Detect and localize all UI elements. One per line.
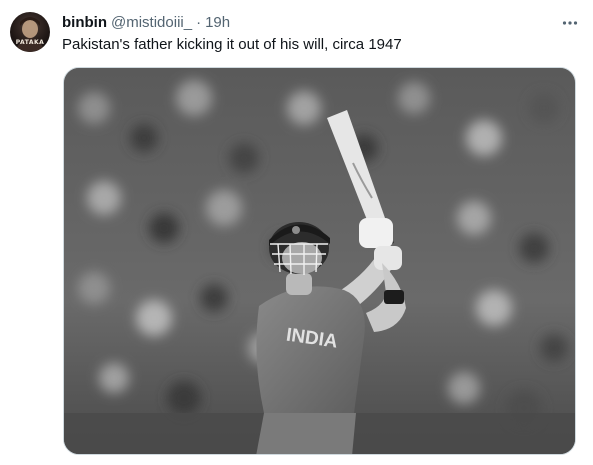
timestamp[interactable]: 19h <box>205 14 230 31</box>
avatar-text: PATAKA <box>15 39 45 46</box>
separator-dot: · <box>196 13 202 31</box>
avatar[interactable]: PATAKA <box>10 12 50 52</box>
more-button[interactable] <box>559 12 581 34</box>
user-handle[interactable]: @mistidoiii_ <box>111 14 192 31</box>
tweet-photo[interactable]: INDIA <box>63 67 576 455</box>
cricket-photo: INDIA <box>64 68 575 454</box>
avatar-portrait <box>16 17 44 52</box>
tweet-header: binbin @mistidoiii_ · 19h <box>62 12 230 32</box>
more-horizontal-icon <box>562 21 578 25</box>
tweet: PATAKA binbin @mistidoiii_ · 19h Pakista… <box>0 0 593 465</box>
display-name[interactable]: binbin <box>62 14 107 31</box>
tweet-text: Pakistan's father kicking it out of his … <box>62 36 402 53</box>
